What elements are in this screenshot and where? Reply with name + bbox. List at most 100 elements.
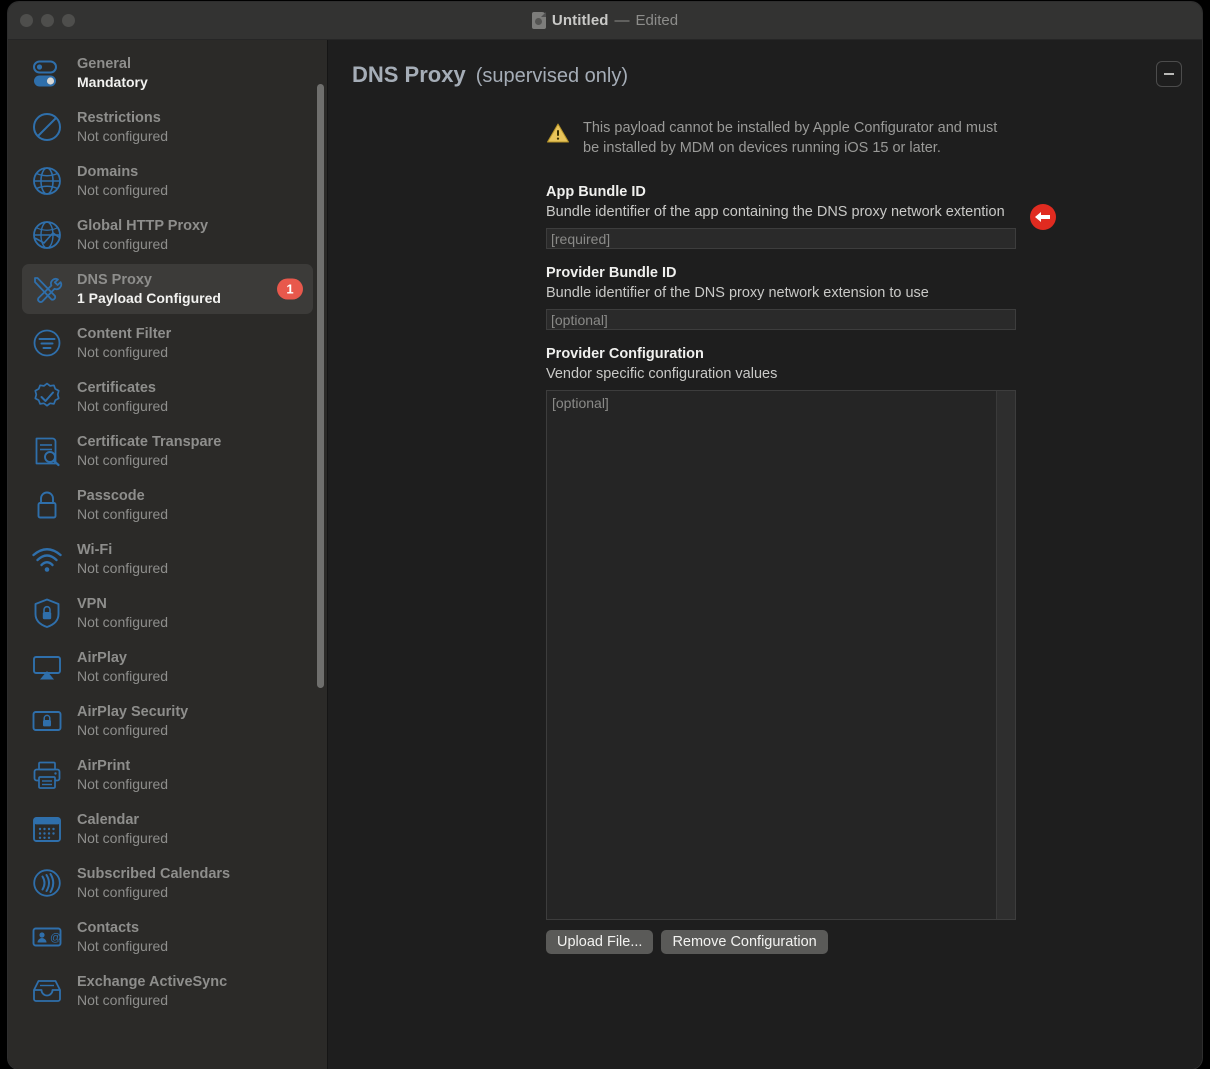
sidebar-item-status: Not configured xyxy=(77,991,169,1008)
certificate-search-icon xyxy=(30,434,64,468)
collapse-payload-button[interactable] xyxy=(1156,61,1182,87)
sidebar-item-status: Not configured xyxy=(77,505,169,522)
payload-sidebar[interactable]: General Mandatory Restrictions Not configu… xyxy=(8,40,328,1069)
sidebar-item-certificate-transpare[interactable]: Certificate Transpare Not configured xyxy=(22,426,313,476)
warning-text: This payload cannot be installed by Appl… xyxy=(583,120,998,156)
sidebar-item-status: Not configured xyxy=(77,667,169,684)
sidebar-item-vpn[interactable]: VPN Not configured xyxy=(22,588,313,638)
field-description: Bundle identifier of the DNS proxy netwo… xyxy=(546,285,929,301)
close-button[interactable] xyxy=(20,14,33,27)
app-window: Untitled — Edited General Mandatory Restr… xyxy=(8,2,1202,1069)
sidebar-item-certificates[interactable]: Certificates Not configured xyxy=(22,372,313,422)
sidebar-item-label: AirPrint xyxy=(77,757,131,774)
upload-file-button[interactable]: Upload File... xyxy=(546,930,654,954)
sidebar-item-label: Content Filter xyxy=(77,325,172,342)
payload-detail-pane: DNS Proxy (supervised only) This payload xyxy=(328,40,1202,1069)
warning-triangle-icon xyxy=(546,122,570,149)
required-arrow-icon xyxy=(1030,203,1056,230)
broadcast-icon xyxy=(30,866,64,900)
sidebar-item-status: Not configured xyxy=(77,775,169,792)
remove-configuration-button[interactable]: Remove Configuration xyxy=(661,930,828,954)
sidebar-item-wi-fi[interactable]: Wi-Fi Not configured xyxy=(22,534,313,584)
svg-text:@: @ xyxy=(50,932,61,944)
tools-icon xyxy=(30,272,64,306)
provider-configuration-scrollbar[interactable] xyxy=(996,391,1015,919)
wifi-icon xyxy=(30,542,64,576)
sidebar-item-text: Contacts Not configured xyxy=(77,920,168,955)
sidebar-item-airprint[interactable]: AirPrint Not configured xyxy=(22,750,313,800)
field-description: Bundle identifier of the app containing … xyxy=(546,204,1005,220)
provider-configuration-input[interactable] xyxy=(547,391,971,919)
sidebar-item-passcode[interactable]: Passcode Not configured xyxy=(22,480,313,530)
sidebar-item-content-filter[interactable]: Content Filter Not configured xyxy=(22,318,313,368)
provider-bundle-id-input[interactable] xyxy=(546,309,1016,330)
printer-icon xyxy=(30,758,64,792)
sidebar-item-text: Global HTTP Proxy Not configured xyxy=(77,218,208,253)
sidebar-item-status: Not configured xyxy=(77,829,169,846)
field-description: Vendor specific configuration values xyxy=(546,366,778,382)
zoom-button[interactable] xyxy=(62,14,75,27)
sidebar-item-exchange-activesync[interactable]: Exchange ActiveSync Not configured xyxy=(22,966,313,1016)
sidebar-item-status: Not configured xyxy=(77,559,169,576)
sidebar-item-restrictions[interactable]: Restrictions Not configured xyxy=(22,102,313,152)
globe-proxy-icon xyxy=(30,218,64,252)
sidebar-item-contacts[interactable]: @ Contacts Not configured xyxy=(22,912,313,962)
app-bundle-id-input[interactable] xyxy=(546,228,1016,249)
sidebar-item-status: Not configured xyxy=(77,613,169,630)
sidebar-item-label: DNS Proxy xyxy=(77,271,152,288)
sidebar-item-global-http-proxy[interactable]: Global HTTP Proxy Not configured xyxy=(22,210,313,260)
window-titlebar: Untitled — Edited xyxy=(8,2,1202,40)
page-title: DNS Proxy xyxy=(352,62,466,87)
sidebar-item-subscribed-calendars[interactable]: Subscribed Calendars Not configured xyxy=(22,858,313,908)
page-header: DNS Proxy (supervised only) xyxy=(328,40,1202,88)
sidebar-item-status: Not configured xyxy=(77,883,169,900)
sidebar-item-label: Exchange ActiveSync xyxy=(77,973,228,990)
sidebar-item-text: AirPrint Not configured xyxy=(77,758,168,793)
sidebar-item-status: Not configured xyxy=(77,127,169,144)
sidebar-item-label: Domains xyxy=(77,163,139,180)
sidebar-item-text: Restrictions Not configured xyxy=(77,110,168,145)
configuration-button-row: Upload File... Remove Configuration xyxy=(546,930,1016,954)
sidebar-scrollbar[interactable] xyxy=(317,84,324,688)
sidebar-item-status: Not configured xyxy=(77,937,169,954)
sidebar-item-status: Not configured xyxy=(77,343,169,360)
sidebar-item-text: Certificates Not configured xyxy=(77,380,168,415)
sidebar-item-calendar[interactable]: Calendar Not configured xyxy=(22,804,313,854)
sidebar-item-dns-proxy[interactable]: DNS Proxy 1 Payload Configured 1 xyxy=(22,264,313,314)
sidebar-item-label: Calendar xyxy=(77,811,140,828)
sidebar-item-status: Not configured xyxy=(77,181,169,198)
sidebar-item-text: Calendar Not configured xyxy=(77,812,168,847)
dns-proxy-form: This payload cannot be installed by Appl… xyxy=(546,118,1056,970)
sidebar-item-status: Not configured xyxy=(77,721,169,738)
window-title: Untitled xyxy=(551,12,609,29)
provider-configuration-area xyxy=(546,390,1016,920)
calendar-icon xyxy=(30,812,64,846)
sidebar-item-text: AirPlay Not configured xyxy=(77,650,168,685)
sidebar-item-label: General xyxy=(77,55,131,72)
contact-card-icon: @ xyxy=(30,920,64,954)
sidebar-item-status: Not configured xyxy=(77,235,169,252)
sidebar-item-label: Restrictions xyxy=(77,109,161,126)
field-provider-bundle-id: Provider Bundle ID Bundle identifier of … xyxy=(546,265,1016,330)
sidebar-item-domains[interactable]: Domains Not configured xyxy=(22,156,313,206)
sidebar-item-airplay[interactable]: AirPlay Not configured xyxy=(22,642,313,692)
certificate-seal-icon xyxy=(30,380,64,414)
sidebar-item-label: Certificate Transpare xyxy=(77,433,222,450)
warning-banner: This payload cannot be installed by Appl… xyxy=(546,118,1016,158)
sidebar-item-status: 1 Payload Configured xyxy=(77,289,221,306)
sidebar-item-label: AirPlay xyxy=(77,649,127,666)
sidebar-item-text: Wi-Fi Not configured xyxy=(77,542,168,577)
sidebar-item-text: Subscribed Calendars Not configured xyxy=(77,866,230,901)
sidebar-item-label: AirPlay Security xyxy=(77,703,189,720)
sidebar-item-label: Wi-Fi xyxy=(77,541,113,558)
sidebar-item-text: Certificate Transpare Not configured xyxy=(77,434,221,469)
toggle-switches-icon xyxy=(30,56,64,90)
sidebar-item-general[interactable]: General Mandatory xyxy=(22,48,313,98)
minimize-button[interactable] xyxy=(41,14,54,27)
sidebar-item-status: Not configured xyxy=(77,397,169,414)
sidebar-item-airplay-security[interactable]: AirPlay Security Not configured xyxy=(22,696,313,746)
shield-lock-icon xyxy=(30,596,64,630)
traffic-lights xyxy=(20,14,75,27)
sidebar-item-text: General Mandatory xyxy=(77,56,148,91)
sidebar-item-text: Exchange ActiveSync Not configured xyxy=(77,974,227,1009)
